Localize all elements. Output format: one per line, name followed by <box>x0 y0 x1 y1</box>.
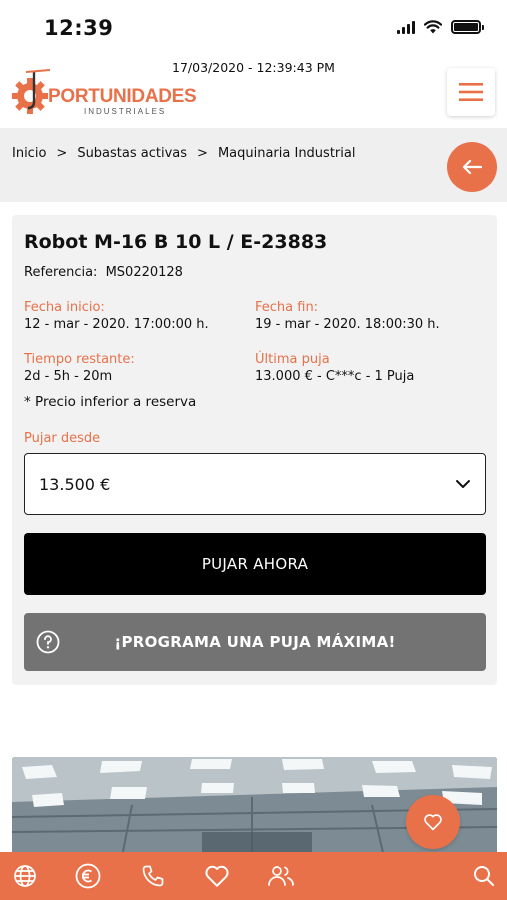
auction-card: Robot M-16 B 10 L / E-23883 Referencia: … <box>12 215 497 685</box>
remaining-time-field: Tiempo restante: 2d - 5h - 20m <box>24 352 135 384</box>
reference-label: Referencia: <box>24 265 98 280</box>
max-bid-label: ¡PROGRAMA UNA PUJA MÁXIMA! <box>114 633 396 651</box>
logo-subtext: INDUSTRIALES <box>84 107 167 116</box>
status-time: 12:39 <box>44 16 114 40</box>
start-date-value: 12 - mar - 2020. 17:00:00 h. <box>24 317 209 332</box>
back-button[interactable] <box>447 142 497 192</box>
end-date-field: Fecha fin: 19 - mar - 2020. 18:00:30 h. <box>255 300 440 332</box>
heart-icon <box>205 865 229 887</box>
remaining-time-value: 2d - 5h - 20m <box>24 369 113 384</box>
product-title: Robot M-16 B 10 L / E-23883 <box>24 231 328 253</box>
status-icons <box>397 20 484 34</box>
bid-now-button[interactable]: PUJAR AHORA <box>24 533 486 595</box>
globe-icon <box>14 865 36 887</box>
logo-text: PORTUNIDADES <box>48 86 197 107</box>
menu-button[interactable] <box>447 68 495 116</box>
reserve-note: * Precio inferior a reserva <box>24 394 197 410</box>
bid-amount-value: 13.500 € <box>39 475 111 494</box>
search-icon <box>474 866 494 886</box>
logo[interactable]: PORTUNIDADES INDUSTRIALES <box>12 66 197 122</box>
nav-item-phone[interactable] <box>139 862 167 890</box>
end-date-value: 19 - mar - 2020. 18:00:30 h. <box>255 317 440 332</box>
users-icon <box>268 866 294 886</box>
arrow-left-icon <box>462 159 482 175</box>
last-bid-label: Última puja <box>255 352 330 367</box>
status-bar: 12:39 <box>0 0 507 56</box>
start-date-label: Fecha inicio: <box>24 300 105 315</box>
breadcrumb-item-inicio[interactable]: Inicio <box>12 146 46 161</box>
start-date-field: Fecha inicio: 12 - mar - 2020. 17:00:00 … <box>24 300 209 332</box>
wifi-icon <box>424 20 442 34</box>
hamburger-icon <box>459 83 483 101</box>
favorite-button[interactable] <box>406 795 460 849</box>
reference: Referencia: MS0220128 <box>24 265 183 280</box>
nav-item-favorites[interactable] <box>203 862 231 890</box>
signal-icon <box>397 20 415 34</box>
phone-icon <box>142 865 164 887</box>
euro-icon <box>75 863 101 889</box>
nav-item-globe[interactable] <box>11 862 39 890</box>
breadcrumb-separator: > <box>56 146 68 161</box>
nav-item-search[interactable] <box>470 862 498 890</box>
max-bid-button[interactable]: ¡PROGRAMA UNA PUJA MÁXIMA! <box>24 613 486 671</box>
breadcrumb: Inicio > Subastas activas > Maquinaria I… <box>12 146 355 161</box>
battery-icon <box>451 20 484 34</box>
chevron-down-icon <box>456 480 470 488</box>
nav-item-euro[interactable] <box>74 862 102 890</box>
nav-item-users[interactable] <box>267 862 295 890</box>
breadcrumb-item-maquinaria[interactable]: Maquinaria Industrial <box>218 146 356 161</box>
bid-amount-select[interactable]: 13.500 € <box>24 453 486 515</box>
breadcrumb-bar: Inicio > Subastas activas > Maquinaria I… <box>0 128 507 202</box>
end-date-label: Fecha fin: <box>255 300 319 315</box>
header: 17/03/2020 - 12:39:43 PM PORTUNIDADES IN… <box>0 56 507 128</box>
breadcrumb-item-subastas[interactable]: Subastas activas <box>77 146 187 161</box>
heart-icon <box>424 814 442 831</box>
last-bid-value: 13.000 € - C***c - 1 Puja <box>255 369 415 384</box>
bottom-nav <box>0 852 507 900</box>
last-bid-field: Última puja 13.000 € - C***c - 1 Puja <box>255 352 414 384</box>
reference-value: MS0220128 <box>105 265 183 280</box>
remaining-time-label: Tiempo restante: <box>24 352 135 367</box>
breadcrumb-separator: > <box>197 146 208 161</box>
bid-from-label: Pujar desde <box>24 431 101 446</box>
